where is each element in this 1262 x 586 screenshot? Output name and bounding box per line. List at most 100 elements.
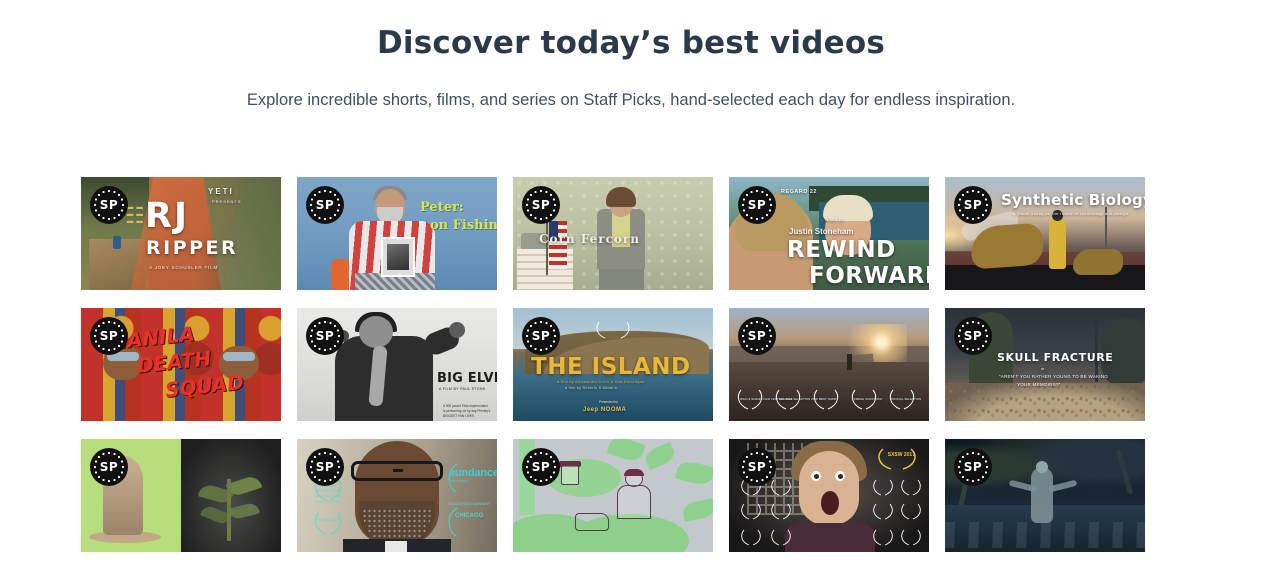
staff-pick-badge[interactable]: SP — [306, 186, 344, 224]
staff-pick-badge[interactable]: SP — [306, 317, 344, 355]
thumbnail-credit: A JOEY SCHUSLER FILM — [149, 265, 218, 270]
badge-label: SP — [315, 329, 335, 343]
thumbnail-title: Corn Fercorn — [539, 232, 640, 246]
thumbnail-blurb: A 500 pound Elvis impersonator is perfor… — [443, 404, 491, 418]
thumbnail-title-2: FORWARD — [809, 263, 929, 289]
staff-pick-badge[interactable]: SP — [954, 186, 992, 224]
thumbnail-title-2: on Fishing — [430, 218, 497, 233]
staff-picks-page: Discover today’s best videos Explore inc… — [0, 0, 1262, 586]
laurel-icon-9 — [873, 529, 893, 546]
video-card-peter-on-fishing[interactable]: Peter: on Fishing SP — [297, 177, 497, 290]
hero-section: Discover today’s best videos Explore inc… — [0, 0, 1262, 112]
presents-label: PRESENTS — [212, 199, 242, 204]
video-card-skull-fracture[interactable]: SKULL FRACTURE or “AREN’T YOU RATHER YOU… — [945, 308, 1145, 421]
presented-by-label: Presented by — [599, 400, 618, 404]
laurel-icon-8 — [873, 503, 893, 520]
laurel-label-4: GOLD HUGO WINNER — [448, 501, 490, 506]
thumbnail-credit: a film by Alessandro Cortii & Nila Kotro… — [557, 380, 645, 384]
page-subtitle: Explore incredible shorts, films, and se… — [246, 90, 1016, 109]
festival-label: SXSW 2017 — [887, 452, 915, 458]
laurel-icon-5 — [771, 503, 791, 520]
staff-pick-badge[interactable]: SP — [90, 448, 128, 486]
video-card-split-sand-plant[interactable]: SP — [81, 439, 281, 552]
staff-pick-badge[interactable]: SP — [738, 186, 776, 224]
video-card-rj-ripper[interactable]: ☷ YETI PRESENTS RJ RIPPER A JOEY SCHUSLE… — [81, 177, 281, 290]
staff-pick-badge[interactable]: SP — [522, 186, 560, 224]
laurel-icon-2 — [314, 512, 342, 535]
video-card-manila-death-squad[interactable]: MANILA DEATH SQUAD SP — [81, 308, 281, 421]
thumbnail-title: REWIND — [787, 237, 896, 263]
badge-label: SP — [963, 198, 983, 212]
laurel-icon — [596, 321, 630, 339]
badge-label: SP — [99, 198, 119, 212]
staff-pick-badge[interactable]: SP — [522, 448, 560, 486]
badge-label: SP — [747, 198, 767, 212]
laurel-label-2: OFFICIAL SELECTION 2018 — [779, 397, 818, 401]
thumbnail-title: SKULL FRACTURE — [997, 351, 1114, 364]
thumbnail-subtitle-2: YOUR MEMOIRS?” — [1017, 382, 1061, 387]
festival-label: REGARD 22 — [781, 189, 817, 195]
brand-label: YETI — [208, 187, 234, 196]
badge-label: SP — [747, 329, 767, 343]
thumbnail-or-label: or — [1041, 366, 1045, 371]
badge-label: SP — [531, 198, 551, 212]
laurel-icon-7 — [873, 479, 893, 496]
laurel-icon-10 — [901, 479, 921, 496]
staff-pick-badge[interactable]: SP — [522, 317, 560, 355]
thumbnail-title: Synthetic Biology — [1001, 191, 1145, 209]
thumbnail-subtitle: a visual essay on the future of technolo… — [1013, 211, 1129, 216]
laurel-label-3: BEST SHORT — [819, 397, 839, 401]
laurel-icon-3 — [741, 529, 761, 546]
video-card-synthetic-biology[interactable]: Synthetic Biology a visual essay on the … — [945, 177, 1145, 290]
film-by-label: A film by — [825, 217, 844, 223]
thumbnail-credit-2: a film by Roberto D'Addario — [565, 386, 618, 390]
staff-pick-badge[interactable]: SP — [954, 448, 992, 486]
laurel-label-4: FRESH COAST 2017 — [854, 397, 883, 401]
staff-pick-badge[interactable]: SP — [90, 186, 128, 224]
badge-label: SP — [315, 198, 335, 212]
staff-pick-badge[interactable]: SP — [306, 448, 344, 486]
thumbnail-subtitle: A FILM BY PAUL STONE — [439, 387, 486, 391]
laurel-icon-6 — [771, 529, 791, 546]
video-card-big-elvis[interactable]: BIG ELVIS A FILM BY PAUL STONE A 500 pou… — [297, 308, 497, 421]
director-label: Justin Stoneham — [789, 227, 854, 236]
video-card-the-island[interactable]: THE ISLAND a film by Alessandro Cortii &… — [513, 308, 713, 421]
badge-label: SP — [99, 329, 119, 343]
laurel-icon-4 — [448, 507, 458, 537]
laurel-icon-12 — [901, 529, 921, 546]
festival-sublabel: film festival — [451, 479, 468, 483]
staff-pick-badge[interactable]: SP — [738, 317, 776, 355]
thumbnail-title: BIG ELVIS — [437, 371, 497, 386]
festival-label-2: CHICAGO — [455, 513, 484, 519]
badge-label: SP — [531, 329, 551, 343]
sponsor-logos: Jeep NOOMA — [583, 407, 627, 413]
video-card-green-animation[interactable]: SP — [513, 439, 713, 552]
badge-label: SP — [963, 460, 983, 474]
thumbnail-subtitle: “AREN’T YOU RATHER YOUNG TO BE WAKING — [999, 374, 1109, 379]
badge-label: SP — [99, 460, 119, 474]
badge-label: SP — [747, 460, 767, 474]
video-card-corn-fercorn[interactable]: Corn Fercorn SP — [513, 177, 713, 290]
badge-label: SP — [315, 460, 335, 474]
laurel-icon-11 — [901, 503, 921, 520]
laurel-label-1: OFFICIAL SELECTION LOS ANGELES FILM FEST… — [313, 483, 343, 504]
video-card-rewind-forward[interactable]: REGARD 22 A film by Justin Stoneham REWI… — [729, 177, 929, 290]
festival-label: sundance — [449, 467, 497, 479]
video-card-canyon-sunrise[interactable]: WILD & SCENIC FILM FESTIVAL 2018 OFFICIA… — [729, 308, 929, 421]
video-card-portrait-laurels[interactable]: OFFICIAL SELECTION LOS ANGELES FILM FEST… — [297, 439, 497, 552]
thumbnail-title: RJ — [145, 196, 189, 236]
video-card-surprised-child[interactable]: SXSW 2017 SP — [729, 439, 929, 552]
staff-pick-badge[interactable]: SP — [954, 317, 992, 355]
badge-label: SP — [531, 460, 551, 474]
laurel-label-5: OFFICIAL SELECTION — [890, 397, 922, 401]
video-card-dark-cave[interactable]: SP — [945, 439, 1145, 552]
badge-label: SP — [963, 329, 983, 343]
staff-pick-badge[interactable]: SP — [738, 448, 776, 486]
staff-pick-badge[interactable]: SP — [90, 317, 128, 355]
thumbnail-title-2: RIPPER — [146, 237, 239, 259]
page-title: Discover today’s best videos — [377, 25, 885, 61]
laurel-label-2: SXSW 2016 — [317, 517, 339, 522]
laurel-icon-2 — [741, 503, 761, 520]
thumbnail-title: Peter: — [420, 200, 464, 215]
sxsw-laurel-icon — [878, 448, 916, 470]
